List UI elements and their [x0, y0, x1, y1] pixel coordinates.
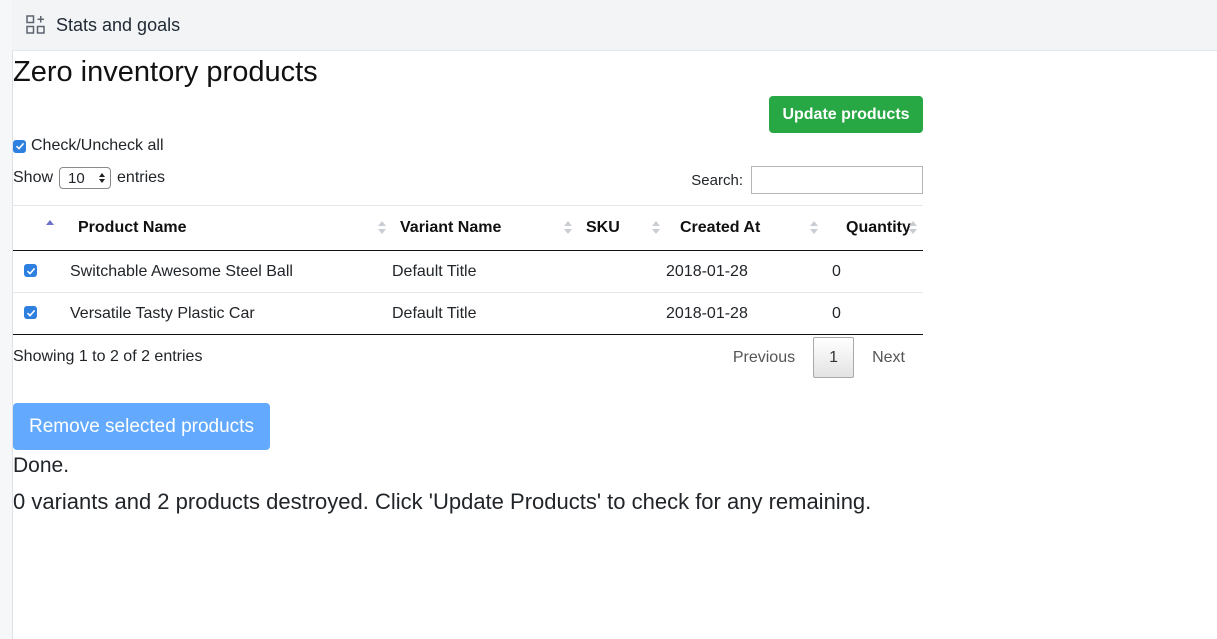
top-bar: Stats and goals — [12, 0, 1217, 51]
column-header-variant-name[interactable]: Variant Name — [392, 205, 578, 251]
status-message: 0 variants and 2 products destroyed. Cli… — [13, 489, 872, 514]
pagination: Previous 1 Next — [715, 337, 923, 378]
sort-icon — [46, 220, 54, 234]
created-at-cell: 2018-01-28 — [666, 250, 824, 293]
sort-icon — [564, 221, 572, 235]
sort-icon — [909, 221, 917, 235]
search-label: Search: — [691, 171, 743, 189]
table-info: Showing 1 to 2 of 2 entries — [13, 348, 203, 365]
update-products-button[interactable]: Update products — [769, 96, 923, 133]
check-icon — [26, 309, 35, 317]
length-control: Show 10 entries — [13, 167, 165, 189]
created-at-cell: 2018-01-28 — [666, 292, 824, 335]
check-all-label: Check/Uncheck all — [31, 137, 164, 154]
column-header-created-at[interactable]: Created At — [666, 205, 824, 251]
row-checkbox-cell — [13, 292, 70, 335]
variant-name-cell: Default Title — [392, 250, 578, 293]
quantity-cell: 0 — [824, 292, 923, 335]
product-name-cell: Switchable Awesome Steel Ball — [70, 250, 392, 293]
main-content: Zero inventory products Update products … — [13, 50, 923, 514]
sku-cell — [578, 250, 666, 293]
select-column-header[interactable] — [13, 205, 70, 251]
search-control: Search: — [691, 166, 923, 194]
check-all-control[interactable]: Check/Uncheck all — [13, 137, 164, 155]
table-row: Switchable Awesome Steel Ball Default Ti… — [13, 250, 923, 293]
header-title[interactable]: Stats and goals — [56, 15, 180, 36]
remove-selected-button[interactable]: Remove selected products — [13, 403, 270, 450]
show-label: Show — [13, 169, 54, 186]
select-arrows-icon — [99, 173, 106, 183]
column-header-product-name[interactable]: Product Name — [70, 205, 392, 251]
row-checkbox[interactable] — [24, 264, 37, 277]
apps-add-icon[interactable] — [26, 14, 48, 36]
quantity-cell: 0 — [824, 250, 923, 293]
page-title: Zero inventory products — [13, 56, 318, 88]
search-input[interactable] — [751, 166, 923, 194]
table-row: Versatile Tasty Plastic Car Default Titl… — [13, 292, 923, 335]
variant-name-cell: Default Title — [392, 292, 578, 335]
entries-label: entries — [117, 169, 166, 186]
left-sidebar-edge — [0, 0, 13, 639]
check-all-checkbox[interactable] — [13, 139, 26, 153]
sort-icon — [810, 221, 818, 235]
sort-icon — [378, 221, 386, 235]
table-header-row: Product Name Variant Name SKU Created At… — [13, 205, 923, 251]
row-checkbox[interactable] — [24, 306, 37, 319]
check-icon — [26, 267, 35, 275]
product-name-cell: Versatile Tasty Plastic Car — [70, 292, 392, 335]
sku-cell — [578, 292, 666, 335]
column-header-sku[interactable]: SKU — [578, 205, 666, 251]
status-done: Done. — [13, 454, 70, 477]
check-icon — [15, 142, 24, 150]
page-1-button[interactable]: 1 — [813, 337, 855, 378]
previous-page-button[interactable]: Previous — [715, 349, 813, 367]
entries-select[interactable]: 10 — [59, 167, 112, 189]
sort-icon — [652, 221, 660, 235]
next-page-button[interactable]: Next — [854, 349, 923, 367]
column-header-quantity[interactable]: Quantity — [824, 205, 923, 251]
entries-select-value: 10 — [68, 169, 85, 187]
products-table: Product Name Variant Name SKU Created At… — [13, 205, 923, 335]
row-checkbox-cell — [13, 250, 70, 293]
